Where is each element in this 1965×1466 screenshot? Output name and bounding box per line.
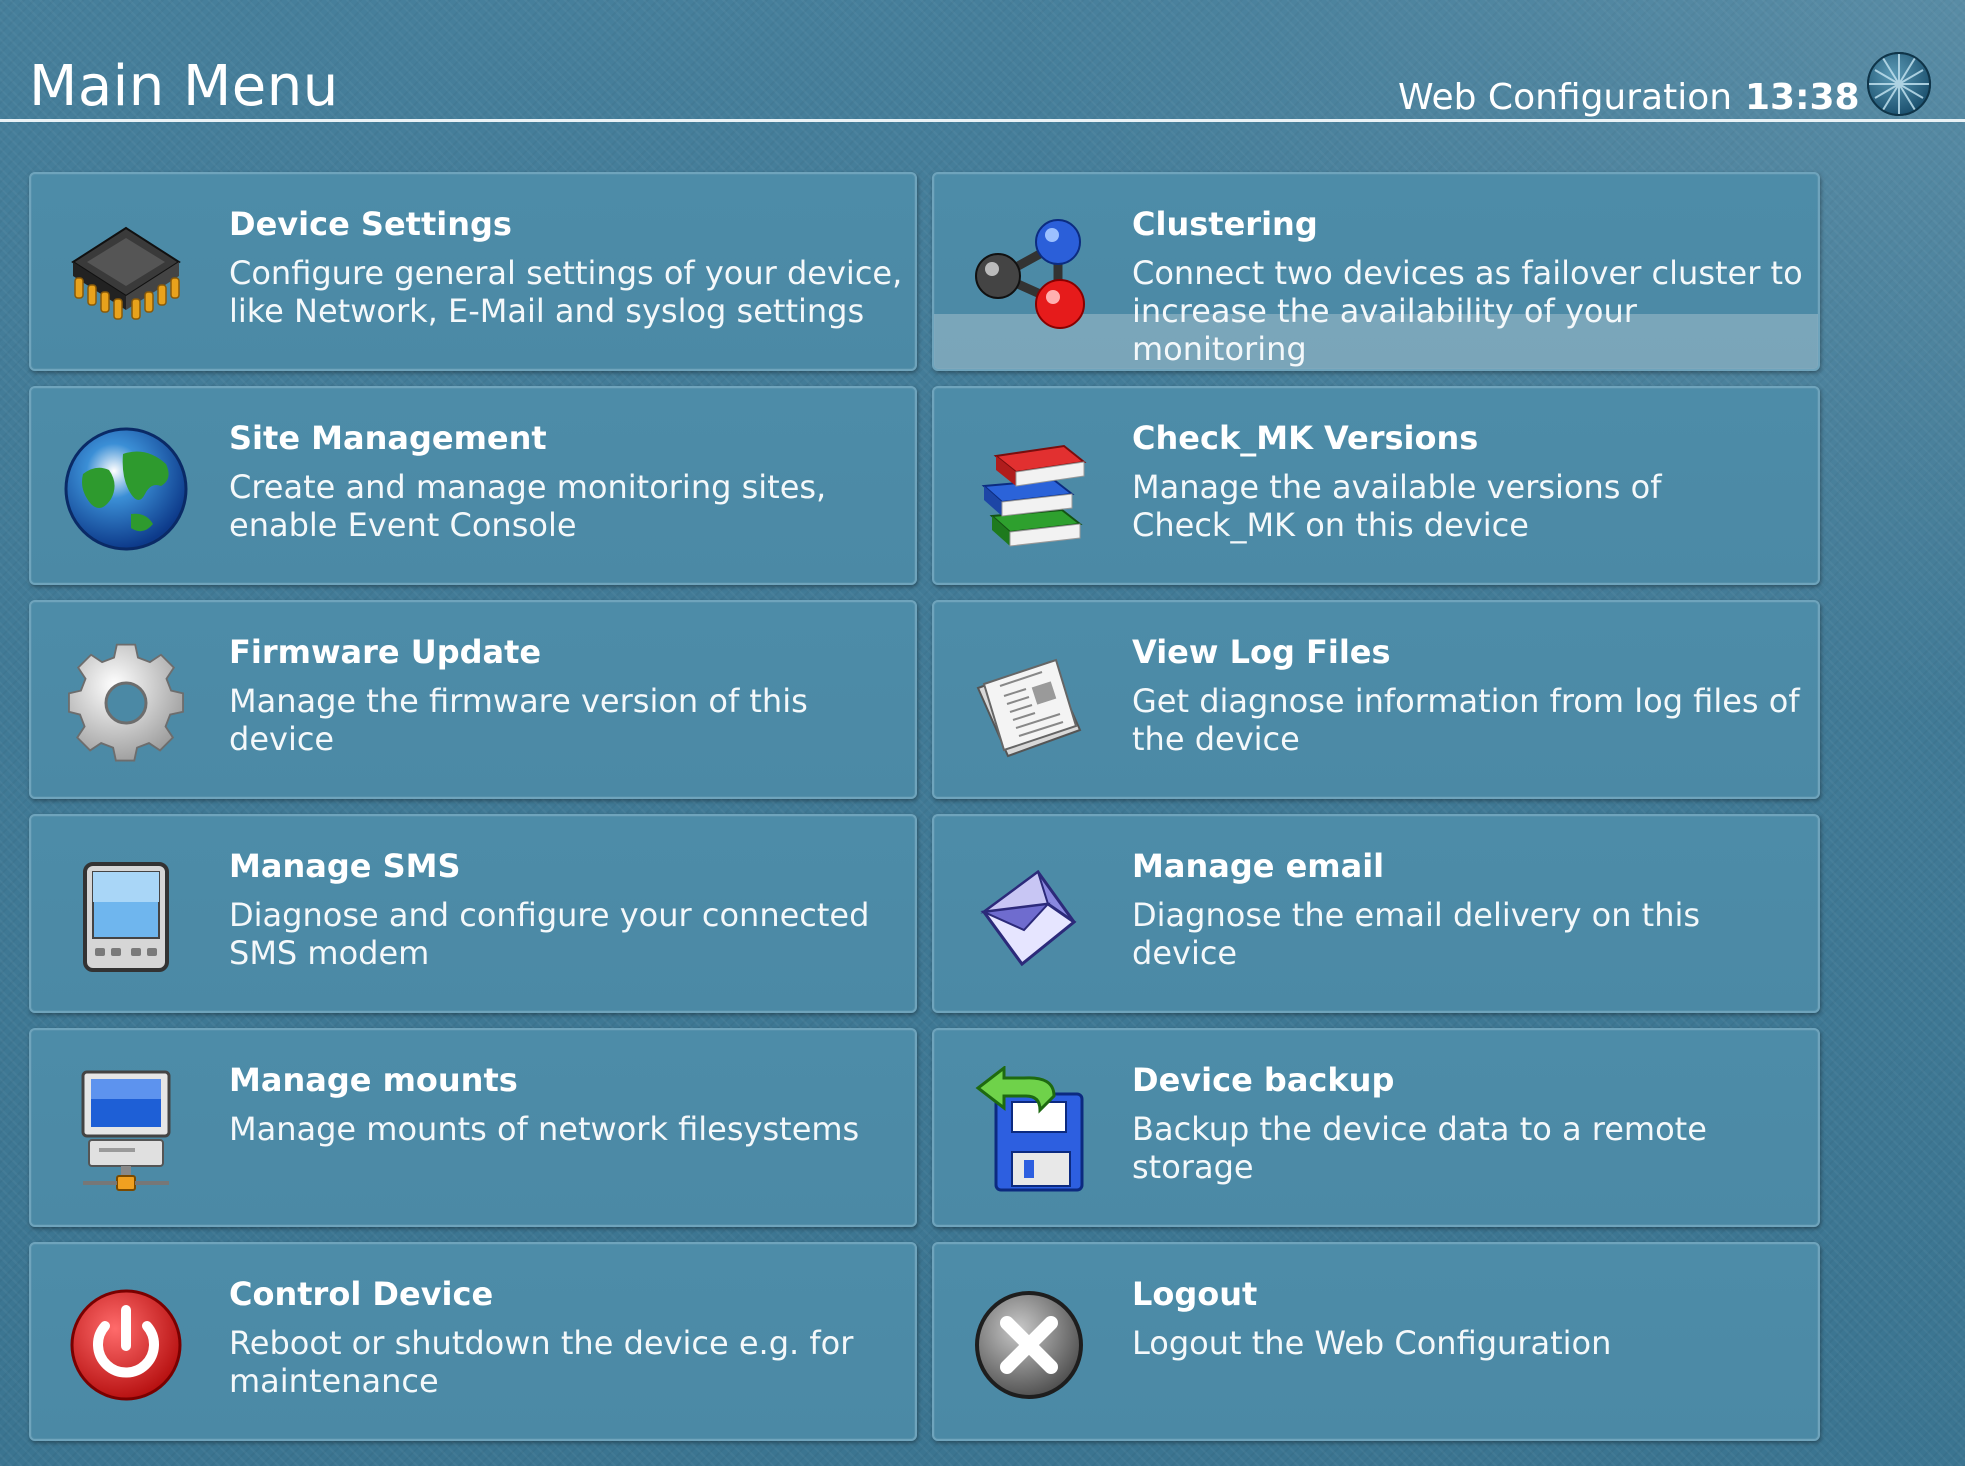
- tile-description: Manage the available versions of Check_M…: [1132, 468, 1662, 544]
- tile-description: Manage mounts of network filesystems: [229, 1110, 860, 1148]
- tile-device-settings[interactable]: Device Settings Configure general settin…: [29, 172, 917, 371]
- tile-checkmk-versions[interactable]: Check_MK Versions Manage the available v…: [932, 386, 1820, 585]
- network-computer-icon: [81, 1070, 171, 1191]
- tile-description: Configure general settings of your devic…: [229, 254, 903, 330]
- tile-title: Clustering: [1132, 205, 1318, 243]
- cluster-icon: [975, 219, 1085, 329]
- tile-title: Manage email: [1132, 847, 1385, 885]
- tile-site-management[interactable]: Site Management Create and manage monito…: [29, 386, 917, 585]
- tile-manage-sms[interactable]: Manage SMS Diagnose and configure your c…: [29, 814, 917, 1013]
- tile-description: Diagnose and configure your connected SM…: [229, 896, 870, 972]
- tile-description: Reboot or shutdown the device e.g. for m…: [229, 1324, 854, 1400]
- clock: 13:38: [1745, 77, 1860, 118]
- header-divider: [0, 119, 1965, 122]
- tile-clustering[interactable]: Clustering Connect two devices as failov…: [932, 172, 1820, 371]
- tile-description: Manage the firmware version of this devi…: [229, 682, 808, 758]
- tile-description: Logout the Web Configuration: [1132, 1324, 1612, 1362]
- tile-title: View Log Files: [1132, 633, 1391, 671]
- tile-description: Create and manage monitoring sites, enab…: [229, 468, 827, 544]
- tile-firmware-update[interactable]: Firmware Update Manage the firmware vers…: [29, 600, 917, 799]
- tile-title: Firmware Update: [229, 633, 542, 671]
- tile-title: Manage mounts: [229, 1061, 518, 1099]
- gear-icon: [68, 643, 184, 762]
- tile-title: Check_MK Versions: [1132, 419, 1479, 457]
- power-icon: [70, 1289, 182, 1401]
- tile-title: Site Management: [229, 419, 547, 457]
- tile-manage-email[interactable]: Manage email Diagnose the email delivery…: [932, 814, 1820, 1013]
- tile-title: Device backup: [1132, 1061, 1395, 1099]
- tile-logout[interactable]: Logout Logout the Web Configuration: [932, 1242, 1820, 1441]
- tile-title: Control Device: [229, 1275, 494, 1313]
- pda-icon: [83, 862, 169, 972]
- header: Main Menu Web Configuration 13:38: [0, 0, 1965, 122]
- app-name: Web Configuration: [1398, 77, 1733, 118]
- tile-description: Get diagnose information from log files …: [1132, 682, 1800, 758]
- tile-view-log-files[interactable]: View Log Files Get diagnose information …: [932, 600, 1820, 799]
- books-icon: [981, 444, 1087, 547]
- tile-title: Device Settings: [229, 205, 512, 243]
- tile-description: Connect two devices as failover cluster …: [1132, 254, 1803, 368]
- tile-manage-mounts[interactable]: Manage mounts Manage mounts of network f…: [29, 1028, 917, 1227]
- tile-device-backup[interactable]: Device backup Backup the device data to …: [932, 1028, 1820, 1227]
- tile-title: Logout: [1132, 1275, 1258, 1313]
- envelope-icon: [980, 869, 1077, 967]
- globe-icon: [64, 427, 188, 551]
- page-title: Main Menu: [29, 54, 339, 119]
- tile-description: Diagnose the email delivery on this devi…: [1132, 896, 1701, 972]
- close-icon: [975, 1291, 1083, 1399]
- tile-control-device[interactable]: Control Device Reboot or shutdown the de…: [29, 1242, 917, 1441]
- floppy-backup-icon: [975, 1066, 1084, 1192]
- newspaper-icon: [976, 658, 1082, 758]
- chip-icon: [71, 226, 181, 320]
- tile-title: Manage SMS: [229, 847, 461, 885]
- tile-description: Backup the device data to a remote stora…: [1132, 1110, 1707, 1186]
- logo-icon: [1867, 52, 1931, 116]
